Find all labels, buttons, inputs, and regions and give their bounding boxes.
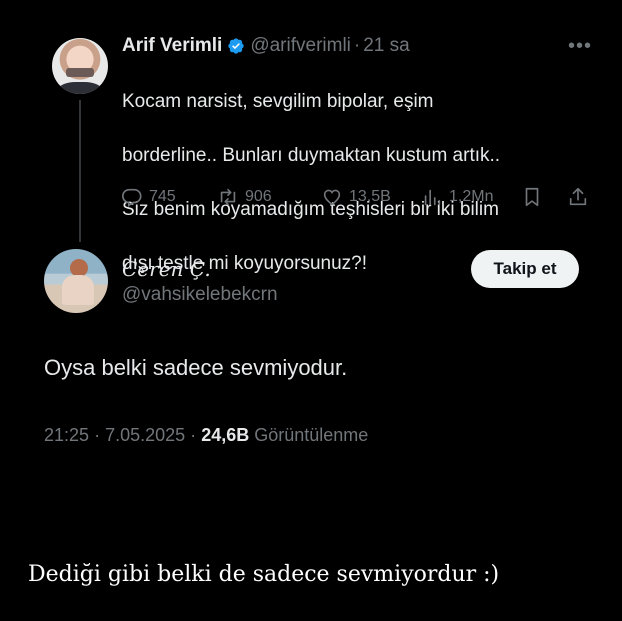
reply-meta-row: 21:25 · 7.05.2025 · 24,6B Görüntülenme: [44, 425, 368, 446]
like-count: 13,5B: [349, 188, 391, 205]
bookmark-icon: [525, 187, 539, 207]
retweet-count: 906: [245, 188, 272, 205]
parent-tweet-time[interactable]: 21 sa: [363, 35, 409, 57]
views-count-parent: 1,2Mn: [449, 188, 494, 205]
reply-time[interactable]: 21:25: [44, 425, 89, 445]
parent-time-separator: ·: [353, 35, 361, 56]
like-button[interactable]: 13,5B: [321, 186, 391, 208]
parent-tweet-line: Kocam narsist, sevgilim bipolar, eşim: [122, 91, 434, 112]
ceren-avatar[interactable]: [44, 249, 108, 313]
meta-dot: ·: [94, 425, 101, 445]
verified-badge-icon: [228, 38, 245, 54]
reply-button[interactable]: 745: [121, 186, 176, 208]
share-button[interactable]: [567, 186, 595, 208]
more-icon[interactable]: •••: [568, 36, 592, 56]
share-icon: [569, 187, 587, 206]
meta-dot: ·: [190, 425, 197, 445]
bookmark-button[interactable]: [521, 186, 549, 208]
reply-views-label: Görüntülenme: [254, 425, 369, 445]
parent-tweet-line: borderline.. Bunları duymaktan kustum ar…: [122, 145, 501, 166]
parent-tweet-header: Arif Verimli @arifverimli · 21 sa: [122, 35, 410, 57]
views-icon: [424, 189, 441, 206]
parent-handle[interactable]: @arifverimli: [250, 35, 351, 57]
reply-date[interactable]: 7.05.2025: [105, 425, 185, 445]
parent-tweet-actions: 745 906 13,5B 1,2Mn: [121, 186, 591, 212]
reply-icon: [122, 188, 142, 207]
arif-verimli-avatar[interactable]: [52, 38, 108, 94]
reply-views-count: 24,6B: [201, 425, 250, 445]
reply-tweet-text: Oysa belki sadece sevmiyodur.: [44, 355, 348, 380]
reply-display-name[interactable]: Ceren Ç.: [122, 257, 211, 281]
reply-count: 745: [149, 188, 176, 205]
heart-icon: [323, 189, 341, 206]
retweet-icon: [220, 188, 236, 206]
views-button[interactable]: 1,2Mn: [421, 186, 493, 208]
meme-caption: Dediği gibi belki de sadece sevmiyordur …: [28, 562, 500, 587]
parent-display-name[interactable]: Arif Verimli: [122, 35, 222, 57]
follow-button[interactable]: Takip et: [471, 250, 579, 288]
retweet-button[interactable]: 906: [217, 186, 272, 208]
thread-connector-line: [79, 100, 81, 242]
reply-handle[interactable]: @vahsikelebekcrn: [122, 284, 278, 306]
